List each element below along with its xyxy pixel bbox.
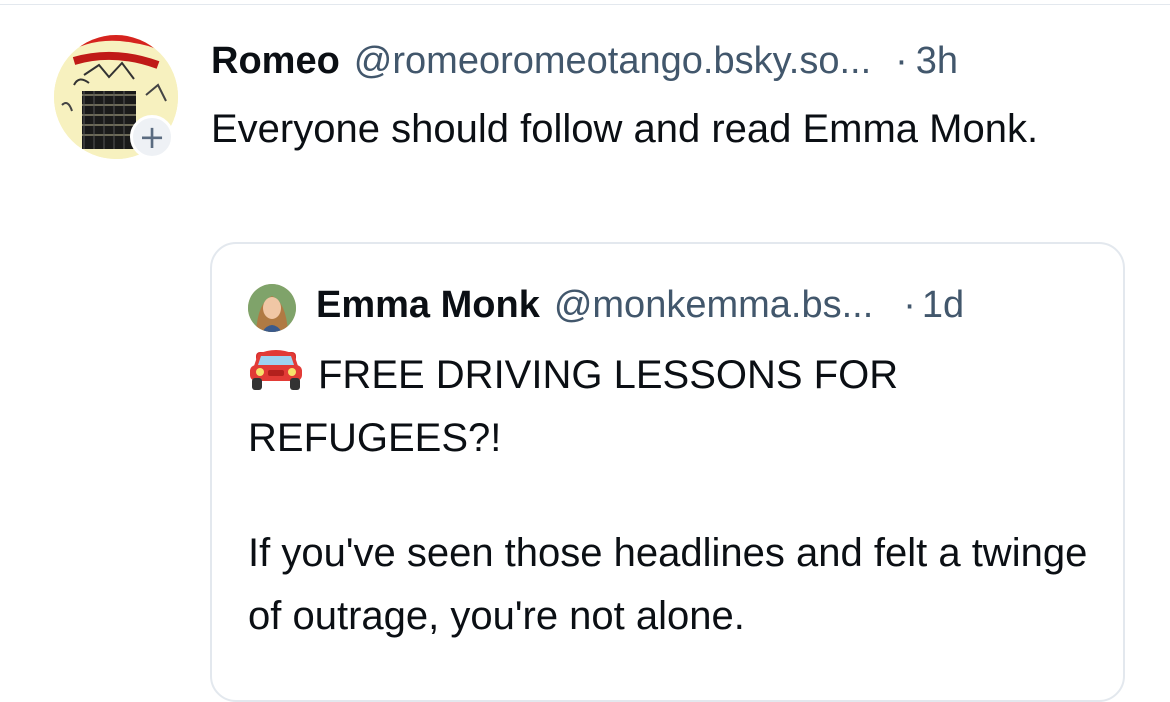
- quoted-author-name[interactable]: Emma Monk: [316, 284, 540, 327]
- quoted-header-separator: ·: [903, 284, 916, 326]
- quoted-body-text: If you've seen those headlines and felt …: [248, 531, 1088, 638]
- quoted-post-text: FREE DRIVING LESSONS FOR REFUGEES?! If y…: [248, 344, 1108, 648]
- author-avatar-container[interactable]: +: [54, 35, 178, 159]
- feed-post[interactable]: + Romeo @romeoromeotango.bsky.so... · 3h…: [0, 0, 1170, 702]
- quoted-author-handle[interactable]: @monkemma.bs...: [554, 284, 873, 327]
- quoted-headline-text: FREE DRIVING LESSONS FOR REFUGEES?!: [248, 353, 899, 460]
- quoted-post-timestamp[interactable]: 1d: [922, 284, 964, 327]
- quoted-avatar-photo: [248, 284, 296, 332]
- quoted-post-header: Emma Monk @monkemma.bs... · 1d: [316, 284, 1106, 332]
- author-display-name[interactable]: Romeo: [211, 40, 340, 83]
- quoted-author-avatar[interactable]: [248, 284, 296, 332]
- car-icon: [250, 350, 302, 390]
- author-handle[interactable]: @romeoromeotango.bsky.so...: [354, 40, 871, 83]
- post-header: Romeo @romeoromeotango.bsky.so... · 3h: [211, 40, 1131, 90]
- post-text: Everyone should follow and read Emma Mon…: [211, 107, 1039, 151]
- quoted-post-card[interactable]: Emma Monk @monkemma.bs... · 1d FREE DRIV…: [210, 242, 1125, 702]
- post-timestamp[interactable]: 3h: [916, 40, 958, 83]
- header-separator: ·: [895, 40, 908, 82]
- follow-button[interactable]: +: [130, 115, 174, 159]
- quoted-headline: FREE DRIVING LESSONS FOR REFUGEES?!: [248, 344, 1108, 470]
